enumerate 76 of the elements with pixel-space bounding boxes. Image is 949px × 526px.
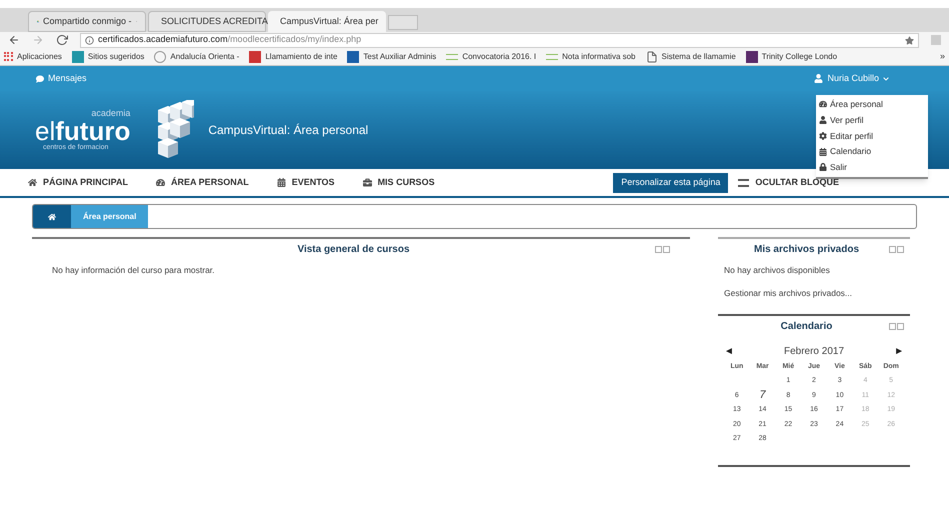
square-logo-icon: [72, 50, 84, 62]
block-controls-icon[interactable]: [889, 246, 904, 252]
speech-bubble-icon: [36, 74, 44, 82]
browser-tab[interactable]: SOLICITUDES ACREDITA: [148, 11, 266, 32]
back-icon[interactable]: [8, 34, 20, 46]
menu-item[interactable]: Área personal: [816, 98, 928, 111]
address-bar[interactable]: certificados.academiafuturo.com/moodlecertificados/my/index.php: [80, 32, 919, 48]
bookmark[interactable]: Sistema de llamamie: [646, 50, 736, 62]
home-icon: [48, 212, 56, 220]
lock-icon: [819, 163, 827, 172]
empty-message: No hay archivos disponibles: [724, 264, 831, 277]
block-title: Vista general de cursos: [297, 242, 410, 256]
flag-icon: [249, 50, 262, 62]
bookmark[interactable]: Nota informativa sob: [546, 50, 636, 62]
manage-files-link[interactable]: Gestionar mis archivos privados...: [724, 286, 904, 300]
nav-link[interactable]: ÁREA PERSONAL: [156, 176, 249, 190]
calendar-day[interactable]: 7: [750, 390, 776, 401]
hide-blocks-link[interactable]: OCULTAR BLOQUE: [738, 176, 839, 190]
logo-text: academia: [91, 109, 130, 118]
apps-grid-icon: [4, 52, 13, 61]
tab-title: Compartido conmigo -: [42, 14, 132, 28]
lines-icon: [546, 54, 558, 60]
url-text: certificados.academiafuturo.com/moodlecertificados/my/index.php: [98, 33, 362, 46]
previous-month-button[interactable]: ◄: [724, 344, 734, 358]
bookmark[interactable]: Test Auxiliar Adminis: [347, 50, 436, 62]
block-controls-icon[interactable]: [889, 323, 904, 330]
calendar-icon: [819, 148, 827, 156]
customize-page-button[interactable]: Personalizar esta página: [613, 172, 728, 192]
more-bookmarks[interactable]: »: [940, 50, 945, 64]
user-menu-toggle[interactable]: Nuria Cubillo: [814, 72, 889, 86]
bookmark[interactable]: Convocatoria 2016. I: [446, 50, 536, 62]
block-title: Calendario: [780, 320, 832, 334]
user-icon: [819, 116, 827, 124]
month-title: Febrero 2017: [782, 344, 846, 358]
lines-icon: [446, 54, 458, 60]
star-icon[interactable]: [905, 36, 914, 44]
next-month-button[interactable]: ►: [894, 344, 904, 358]
bookmark[interactable]: Sitios sugeridos: [72, 50, 144, 62]
menu-item[interactable]: Salir: [816, 161, 928, 174]
bookmark[interactable]: Aplicaciones: [4, 50, 62, 62]
block-title: Mis archivos privados: [754, 242, 860, 256]
menu-item[interactable]: Ver perfil: [816, 114, 928, 126]
user-icon: [814, 74, 824, 83]
home-icon: [28, 178, 37, 187]
info-icon: [85, 36, 94, 44]
calendar-icon: [276, 178, 286, 187]
tab-title: CampusVirtual: Área per: [280, 14, 378, 28]
site-title: CampusVirtual: Área personal: [208, 122, 368, 139]
dashboard-icon: [819, 100, 827, 108]
caret-icon: [883, 76, 889, 82]
bookmark[interactable]: Llamamiento de inte: [249, 50, 338, 62]
reload-icon[interactable]: [56, 34, 68, 46]
new-tab-button[interactable]: [388, 15, 418, 30]
bookmark[interactable]: Andalucía Orienta -: [154, 50, 240, 62]
logo-text: elfuturo: [35, 118, 130, 144]
empty-message: No hay información del curso para mostrar.: [52, 264, 216, 277]
dashboard-icon: [156, 178, 166, 187]
square-logo-icon: [746, 50, 758, 62]
square-logo-icon: [347, 50, 360, 62]
page-icon: [646, 50, 658, 62]
browser-tab[interactable]: Compartido conmigo -: [28, 11, 146, 32]
breadcrumb-home[interactable]: [33, 205, 71, 228]
round-logo-icon: [154, 50, 166, 62]
nav-link[interactable]: MIS CURSOS: [362, 176, 435, 190]
forward-icon[interactable]: [32, 34, 44, 46]
settings-icon: [819, 132, 827, 140]
nav-link[interactable]: PÁGINA PRINCIPAL: [28, 176, 128, 190]
nav-link[interactable]: EVENTOS: [276, 176, 335, 190]
briefcase-icon: [362, 178, 372, 187]
block-controls-icon[interactable]: [655, 246, 670, 252]
menu-item[interactable]: Calendario: [816, 145, 928, 158]
messages-link[interactable]: Mensajes: [36, 72, 87, 86]
menu-item[interactable]: Editar perfil: [816, 130, 928, 142]
tab-title: SOLICITUDES ACREDITA: [161, 14, 268, 28]
browser-tab[interactable]: CampusVirtual: Área per: [268, 11, 386, 32]
bookmark[interactable]: Trinity College Londo: [746, 50, 838, 62]
